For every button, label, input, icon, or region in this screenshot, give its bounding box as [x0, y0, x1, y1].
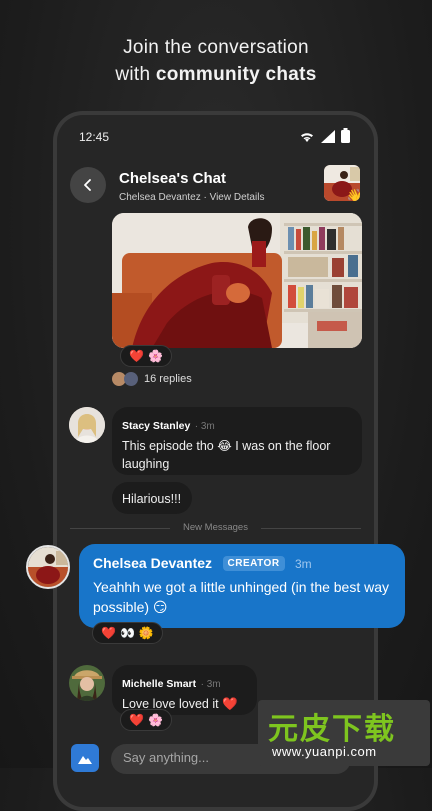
message-bubble-michelle[interactable]: Michelle Smart · 3m Love love loved it ❤…	[112, 665, 257, 715]
watermark: 元皮下载 www.yuanpi.com	[258, 700, 430, 766]
creator-reactions[interactable]: ❤️ 👀 🌼	[92, 622, 163, 644]
reaction-heart: ❤️	[129, 349, 144, 363]
message-header: Chelsea Devantez CREATOR 3m	[93, 555, 391, 573]
creator-badge: CREATOR	[222, 556, 285, 571]
status-bar: 12:45	[57, 115, 374, 155]
message-header: Michelle Smart · 3m	[122, 674, 247, 692]
message-input-placeholder: Say anything...	[123, 750, 209, 765]
message-author: Stacy Stanley	[122, 420, 191, 432]
replies-row[interactable]: 16 replies	[112, 372, 192, 386]
chevron-left-icon	[84, 179, 91, 191]
reaction-flower: 🌸	[147, 713, 163, 727]
reaction-eyes: 👀	[119, 626, 135, 640]
wifi-icon	[301, 133, 313, 142]
reaction-flower: 🌸	[147, 349, 163, 363]
divider-line-right	[261, 528, 361, 529]
replies-count: 16 replies	[144, 373, 192, 385]
message-time: 3m	[200, 421, 215, 432]
avatar-chelsea[interactable]	[26, 545, 70, 589]
message-author: Michelle Smart	[122, 678, 197, 690]
watermark-title: 元皮下载	[268, 712, 396, 747]
chat-header: Chelsea's Chat Chelsea Devantez · View D…	[57, 165, 374, 209]
post-photo	[112, 213, 362, 348]
chat-title: Chelsea's Chat	[119, 170, 226, 187]
promo-line-2: with community chats	[0, 61, 432, 88]
message-bubble-stacy[interactable]: Stacy Stanley · 3m This episode tho 😂 I …	[112, 407, 362, 475]
message-time: 3m	[295, 557, 312, 571]
message-text: Yeahhh we got a little unhinged (in the …	[93, 579, 390, 615]
status-time: 12:45	[79, 130, 110, 144]
avatar-michelle[interactable]	[69, 665, 105, 701]
battery-icon	[341, 128, 350, 143]
avatar-michelle-image	[69, 665, 105, 701]
promo-line-1: Join the conversation	[123, 37, 309, 58]
message-header: Stacy Stanley · 3m	[122, 416, 352, 434]
signal-icon	[321, 130, 335, 143]
avatar-stacy[interactable]	[69, 407, 105, 443]
wave-emoji-icon: 👋	[346, 188, 360, 201]
reaction-heart: ❤️	[129, 713, 144, 727]
message-author: Chelsea Devantez	[93, 555, 213, 571]
reaction-bouquet: 🌼	[138, 626, 154, 640]
message-text: This episode tho 😂 I was on the floor la…	[122, 439, 331, 471]
reaction-heart: ❤️	[101, 626, 116, 640]
status-icons	[299, 128, 350, 143]
avatar-stacy-image	[69, 407, 105, 443]
promo-line-2-strong: community chats	[155, 64, 317, 85]
image-icon	[78, 756, 92, 764]
new-messages-divider: New Messages	[70, 521, 361, 535]
post-image[interactable]	[112, 213, 362, 348]
post-reactions[interactable]: ❤️ 🌸	[120, 345, 172, 367]
promo-headline: Join the conversation with community cha…	[0, 34, 432, 88]
promo-line-2-prefix: with	[115, 64, 156, 85]
michelle-reactions[interactable]: ❤️ 🌸	[120, 709, 172, 731]
message-bubble-creator[interactable]: Chelsea Devantez CREATOR 3m Yeahhh we go…	[79, 544, 405, 628]
watermark-url: www.yuanpi.com	[272, 744, 377, 759]
avatar-chelsea-image	[28, 547, 68, 587]
message-text: Hilarious!!!	[122, 492, 182, 506]
reply-avatar-2	[124, 372, 138, 386]
message-bubble-followup[interactable]: Hilarious!!!	[112, 482, 192, 514]
message-time: 3m	[206, 679, 221, 690]
back-button[interactable]	[70, 167, 106, 203]
chat-thumbnail[interactable]: 👋	[324, 165, 360, 201]
chat-subtitle-view-details[interactable]: Chelsea Devantez · View Details	[119, 192, 264, 203]
